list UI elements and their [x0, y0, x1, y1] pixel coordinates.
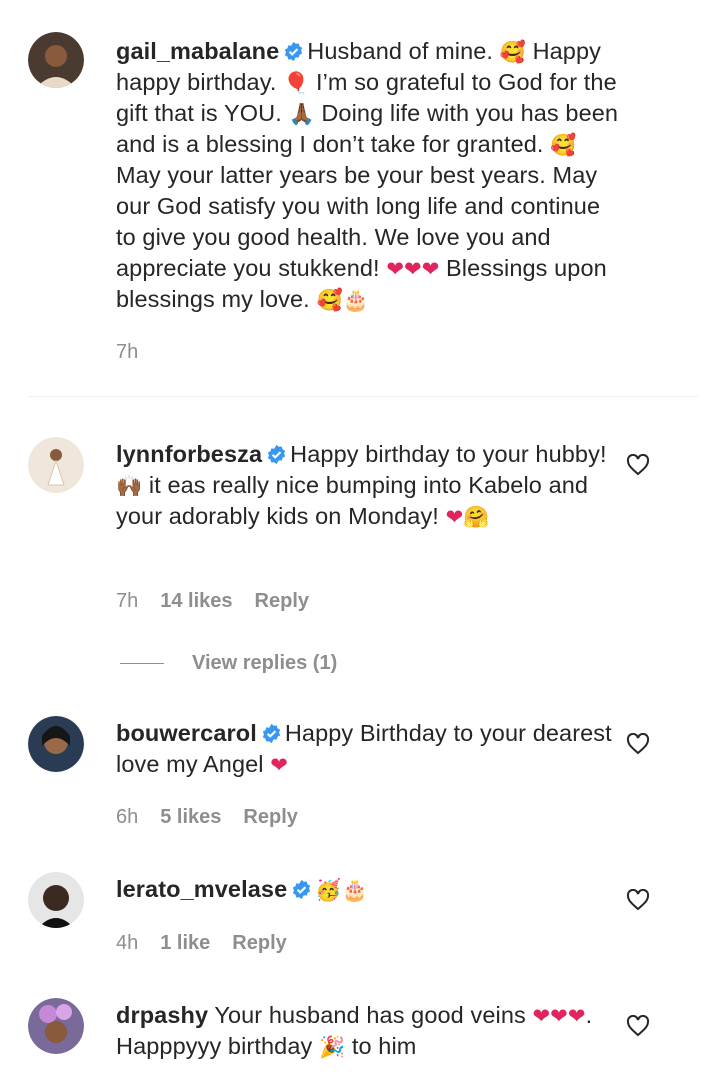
comment-text: lerato_mvelase 🥳🎂 — [116, 874, 621, 905]
likes-count[interactable]: 1 like — [160, 932, 210, 954]
smiling-hearts-emoji: 🥰 — [499, 40, 526, 64]
avatar[interactable] — [28, 872, 84, 928]
avatar[interactable] — [28, 437, 84, 493]
reply-button[interactable]: Reply — [255, 590, 309, 612]
comment-meta: 6h 5 likes Reply — [116, 806, 320, 829]
view-replies-label: View replies (1) — [192, 652, 338, 674]
timestamp: 7h — [116, 590, 139, 612]
verified-badge-icon — [262, 723, 280, 744]
view-replies-button[interactable]: View replies (1) — [120, 652, 337, 675]
replies-line — [120, 663, 164, 665]
username[interactable]: lynnforbesza — [116, 441, 262, 467]
verified-badge-icon — [285, 41, 303, 62]
hearts-emoji: ❤❤❤ — [532, 1004, 586, 1028]
text-segment: to him — [345, 1033, 417, 1059]
divider — [28, 396, 698, 397]
text-segment: Happy birthday to your hubby! — [290, 441, 607, 467]
smile-cake-emoji: 🥰🎂 — [316, 288, 369, 312]
avatar[interactable] — [28, 716, 84, 772]
username[interactable]: bouwercarol — [116, 720, 257, 746]
timestamp: 7h — [116, 341, 139, 363]
heart-outline-icon[interactable] — [626, 733, 650, 755]
party-cake-emoji: 🥳🎂 — [315, 878, 368, 902]
verified-badge-icon — [267, 444, 286, 465]
raised-hands-emoji: 🙌🏾 — [116, 474, 143, 498]
text-segment: Husband of mine. — [307, 38, 500, 64]
heart-emoji: ❤ — [270, 753, 288, 777]
comment-text: drpashy Your husband has good veins ❤❤❤.… — [116, 1000, 621, 1062]
reply-button[interactable]: Reply — [243, 806, 297, 828]
party-popper-emoji: 🎉 — [318, 1035, 346, 1059]
praying-hands-emoji: 🙏🏾 — [288, 102, 315, 126]
reply-button[interactable]: Reply — [232, 932, 286, 954]
smiling-hearts-emoji: 🥰 — [550, 133, 577, 157]
verified-badge-icon — [293, 879, 311, 900]
username[interactable]: lerato_mvelase — [116, 876, 287, 902]
heart-outline-icon[interactable] — [626, 1015, 650, 1037]
avatar[interactable] — [28, 998, 84, 1054]
comment-text: gail_mabalane Husband of mine. 🥰 Happy ha… — [116, 36, 621, 315]
comment-meta: 7h — [116, 341, 160, 364]
likes-count[interactable]: 14 likes — [160, 590, 232, 612]
heart-outline-icon[interactable] — [626, 889, 650, 911]
comment-meta: 4h 1 like Reply — [116, 932, 309, 955]
balloon-emoji: 🎈 — [283, 71, 310, 95]
heart-hug-emoji: ❤🤗 — [445, 505, 490, 529]
likes-count[interactable]: 5 likes — [160, 806, 221, 828]
comment-text: lynnforbesza Happy birthday to your hubby… — [116, 439, 621, 532]
text-segment: it eas really nice bumping into Kabelo a… — [116, 472, 589, 529]
avatar[interactable] — [28, 32, 84, 88]
hearts-emoji: ❤❤❤ — [386, 257, 440, 281]
comment-meta: 7h 14 likes Reply — [116, 590, 331, 613]
username[interactable]: drpashy — [116, 1002, 208, 1028]
heart-outline-icon[interactable] — [626, 454, 650, 476]
text-segment: Your husband has good veins — [214, 1002, 533, 1028]
username[interactable]: gail_mabalane — [116, 38, 279, 64]
comment-text: bouwercarol Happy Birthday to your deares… — [116, 718, 621, 780]
timestamp: 6h — [116, 806, 139, 828]
timestamp: 4h — [116, 932, 139, 954]
